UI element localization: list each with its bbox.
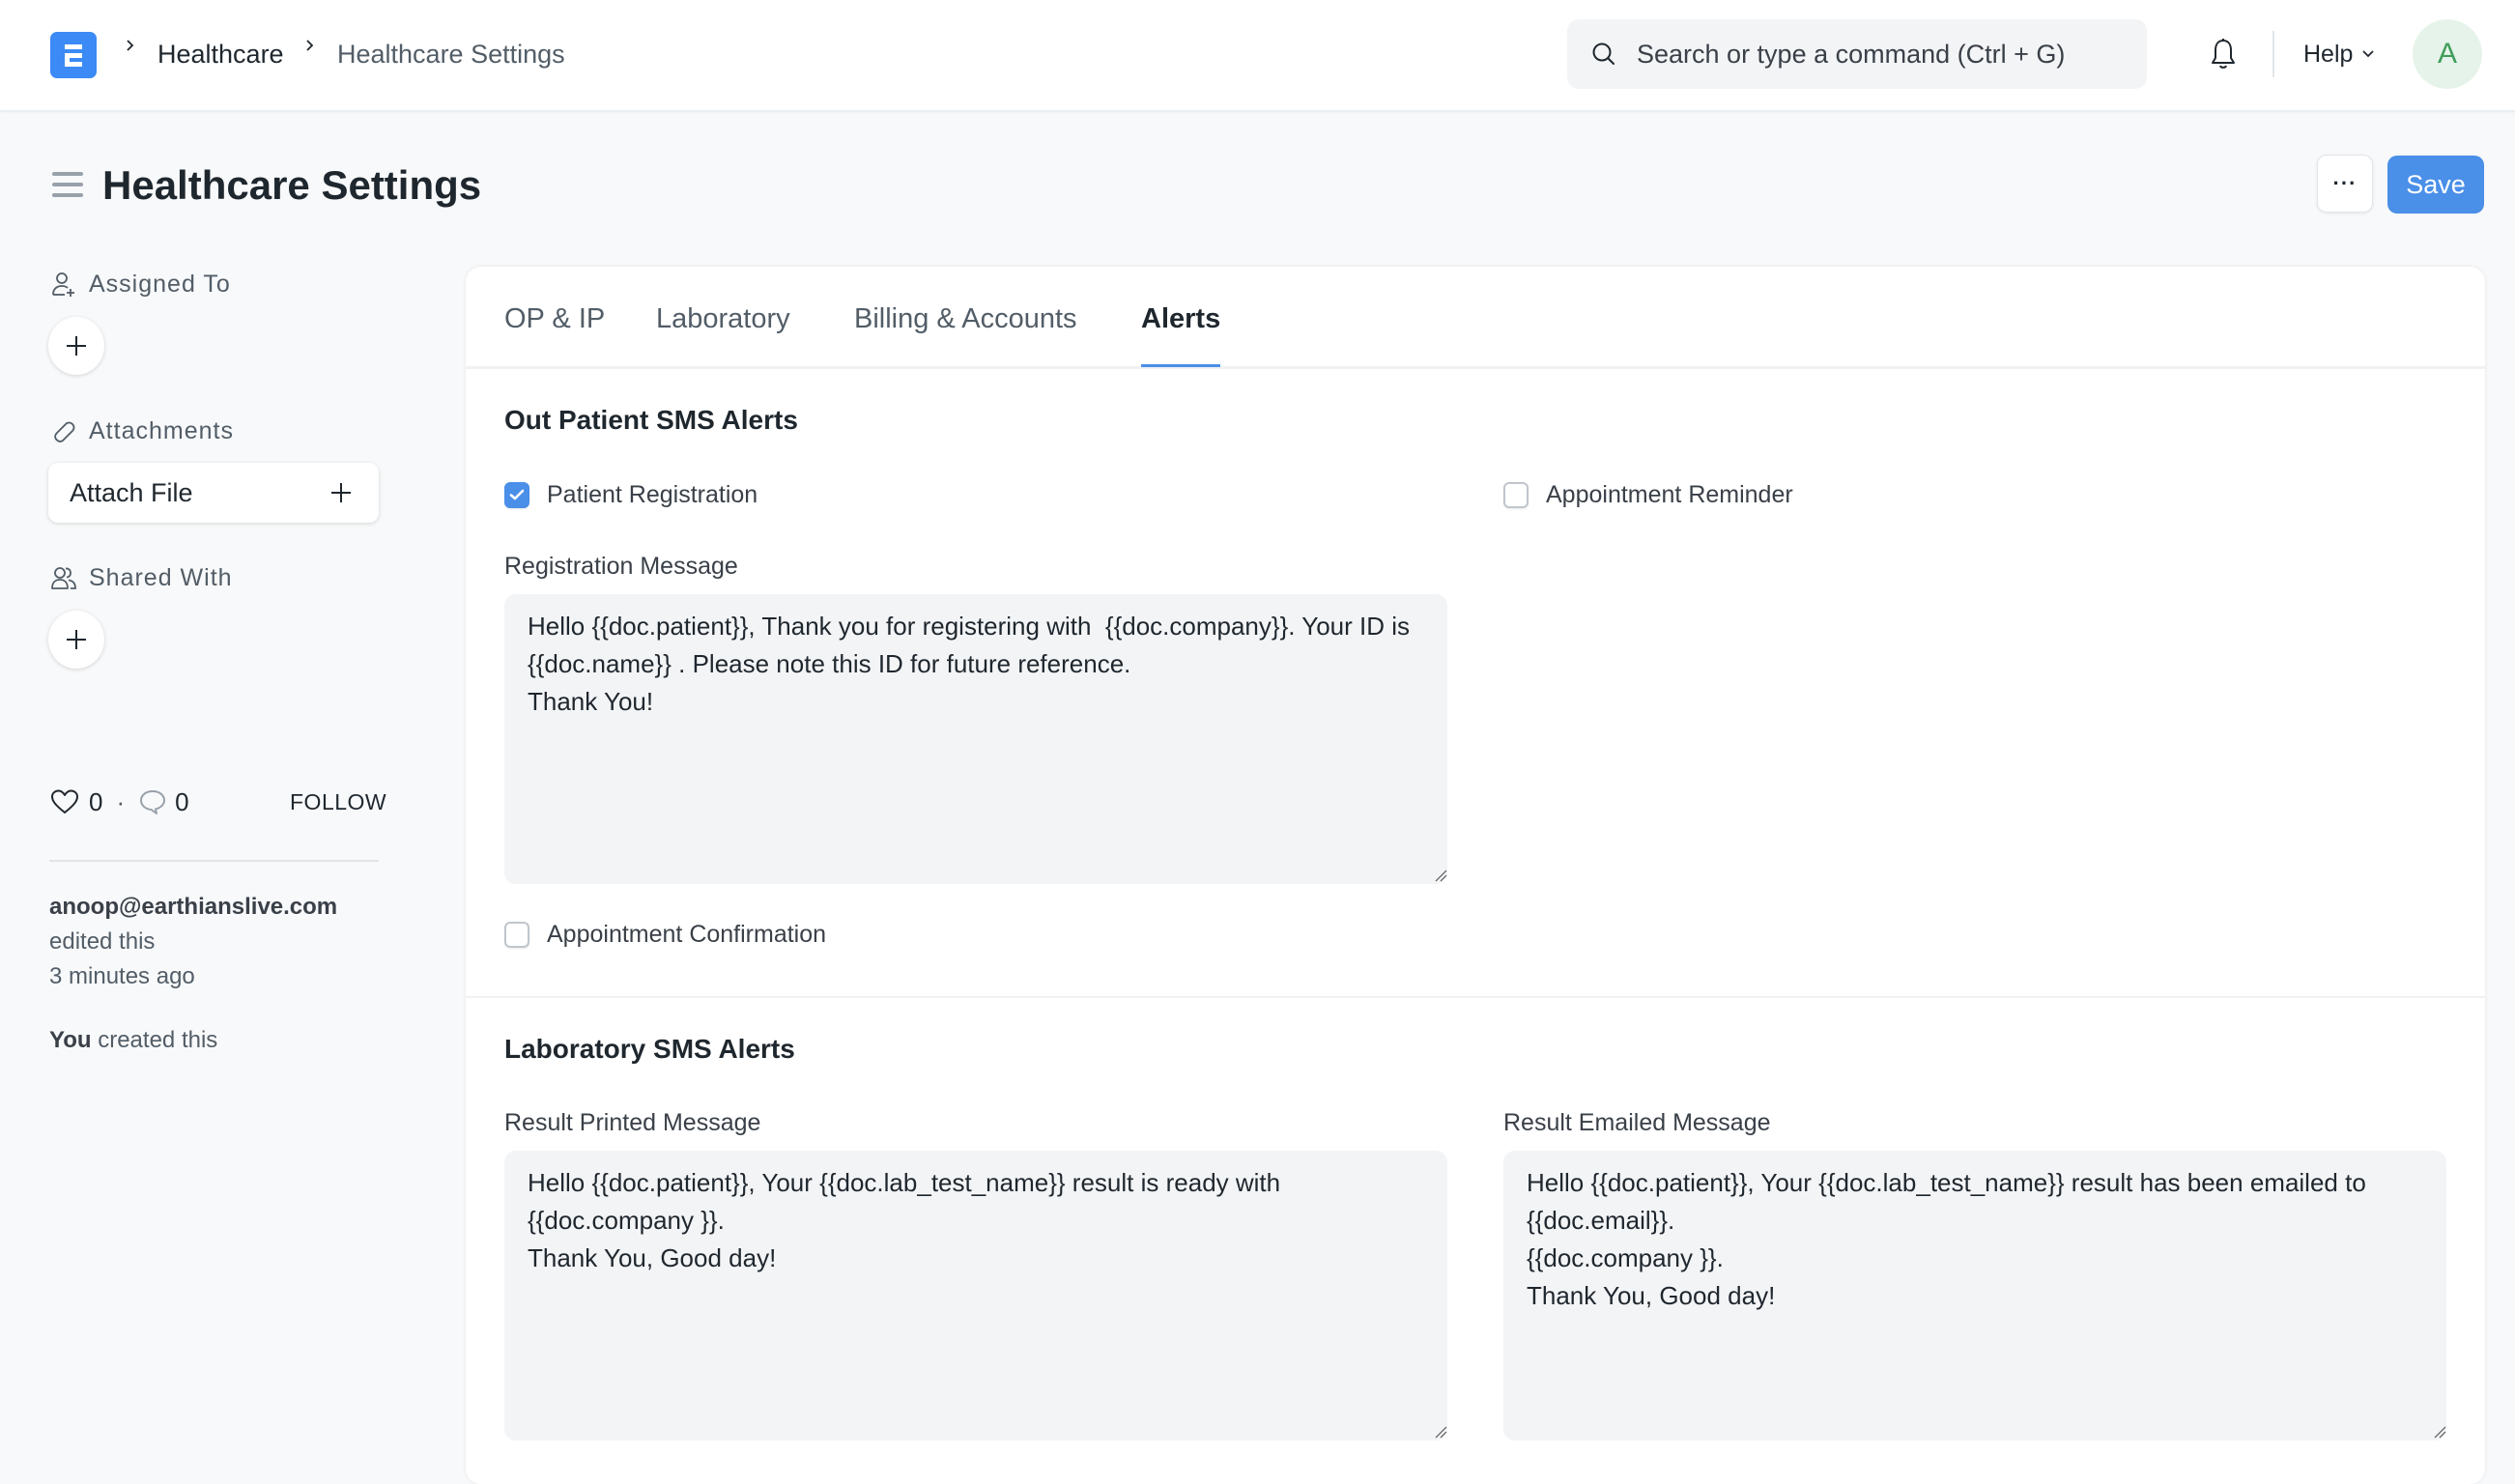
result-printed-message-label: Result Printed Message (504, 1109, 761, 1136)
more-actions-button[interactable]: ··· (2317, 155, 2373, 213)
stats-separator: · (116, 786, 126, 816)
resize-handle-icon[interactable] (1432, 867, 1447, 882)
resize-handle-icon[interactable] (2431, 1423, 2446, 1439)
plus-icon (331, 483, 351, 502)
heart-icon[interactable] (50, 788, 79, 815)
comment-icon[interactable] (138, 788, 167, 815)
shared-with-heading: Shared With (50, 562, 233, 593)
navbar-divider (2272, 31, 2274, 77)
chevron-down-icon (2362, 50, 2375, 58)
shared-with-label: Shared With (89, 564, 233, 591)
appointment-confirmation-checkbox[interactable] (504, 921, 529, 948)
assigned-to-label: Assigned To (89, 271, 231, 298)
active-tab-indicator (1141, 364, 1220, 367)
page-title: Healthcare Settings (102, 162, 482, 208)
resize-handle-icon[interactable] (1432, 1423, 1447, 1439)
section-divider (466, 996, 2485, 998)
users-icon (51, 567, 76, 589)
activity-editor: anoop@earthianslive.com (49, 891, 337, 924)
tab-alerts[interactable]: Alerts (1141, 300, 1220, 338)
activity-creator: You (49, 1027, 92, 1053)
form-card: OP & IP Laboratory Billing & Accounts Al… (466, 267, 2485, 1484)
check-icon (509, 489, 525, 500)
likes-count: 0 (89, 786, 103, 816)
registration-message-textarea[interactable]: Hello {{doc.patient}}, Thank you for reg… (504, 594, 1447, 884)
result-printed-message-textarea[interactable]: Hello {{doc.patient}}, Your {{doc.lab_te… (504, 1151, 1447, 1441)
search-icon (1592, 43, 1615, 65)
activity-edited-text: edited this (49, 928, 156, 955)
patient-registration-label: Patient Registration (547, 481, 758, 508)
attach-file-button[interactable]: Attach File (48, 463, 379, 523)
navbar: Healthcare Healthcare Settings Search or… (0, 0, 2515, 112)
patient-registration-checkbox-row[interactable]: Patient Registration (504, 478, 757, 511)
attachments-label: Attachments (89, 417, 234, 444)
help-dropdown[interactable]: Help (2303, 37, 2376, 71)
add-assignee-button[interactable] (48, 317, 104, 375)
patient-registration-checkbox[interactable] (504, 481, 529, 508)
appointment-reminder-label: Appointment Reminder (1546, 481, 1793, 508)
plus-icon (67, 630, 86, 649)
breadcrumb-healthcare-settings[interactable]: Healthcare Settings (337, 37, 565, 71)
follow-button[interactable]: FOLLOW (290, 786, 386, 817)
chevron-right-icon (127, 40, 134, 51)
appointment-confirmation-checkbox-row[interactable]: Appointment Confirmation (504, 918, 826, 951)
tab-billing-accounts[interactable]: Billing & Accounts (854, 300, 1077, 338)
attachments-heading: Attachments (50, 415, 234, 446)
plus-icon (67, 336, 86, 356)
activity-editor-email[interactable]: anoop@earthianslive.com (49, 894, 337, 920)
logo-glyph-top (65, 44, 82, 49)
comments-count: 0 (175, 786, 189, 816)
user-add-icon (52, 272, 74, 297)
bell-icon[interactable] (2208, 37, 2239, 71)
activity-edited-time: 3 minutes ago (49, 963, 195, 989)
app-logo[interactable] (50, 32, 97, 78)
assigned-to-heading: Assigned To (50, 269, 231, 300)
add-share-button[interactable] (48, 611, 104, 669)
result-emailed-message-label: Result Emailed Message (1503, 1109, 1771, 1136)
attach-file-label: Attach File (70, 478, 193, 507)
engagement-stats: 0 · 0 (50, 785, 189, 819)
search-input[interactable]: Search or type a command (Ctrl + G) (1567, 19, 2147, 89)
activity-created-text: created this (98, 1027, 218, 1053)
result-emailed-message-textarea[interactable]: Hello {{doc.patient}}, Your {{doc.lab_te… (1503, 1151, 2446, 1441)
user-avatar[interactable]: A (2413, 19, 2482, 89)
help-label: Help (2303, 41, 2354, 68)
sidebar-toggle-icon[interactable] (52, 172, 83, 197)
activity-created: You created this (49, 1024, 217, 1057)
laboratory-section-title: Laboratory SMS Alerts (504, 1034, 795, 1064)
sidebar-divider (49, 860, 379, 862)
paperclip-icon (54, 421, 75, 442)
breadcrumb-healthcare[interactable]: Healthcare (157, 37, 284, 71)
tab-op-ip[interactable]: OP & IP (504, 300, 605, 338)
search-placeholder: Search or type a command (Ctrl + G) (1637, 40, 2066, 69)
tab-laboratory[interactable]: Laboratory (656, 300, 790, 338)
out-patient-section-title: Out Patient SMS Alerts (504, 405, 798, 435)
logo-glyph-bottom (65, 62, 82, 67)
appointment-reminder-checkbox[interactable] (1503, 481, 1529, 508)
form-tabs: OP & IP Laboratory Billing & Accounts Al… (466, 267, 2485, 369)
registration-message-label: Registration Message (504, 553, 738, 580)
appointment-confirmation-label: Appointment Confirmation (547, 921, 827, 948)
appointment-reminder-checkbox-row[interactable]: Appointment Reminder (1503, 478, 1793, 511)
save-button[interactable]: Save (2387, 156, 2484, 214)
chevron-right-icon (306, 40, 314, 51)
